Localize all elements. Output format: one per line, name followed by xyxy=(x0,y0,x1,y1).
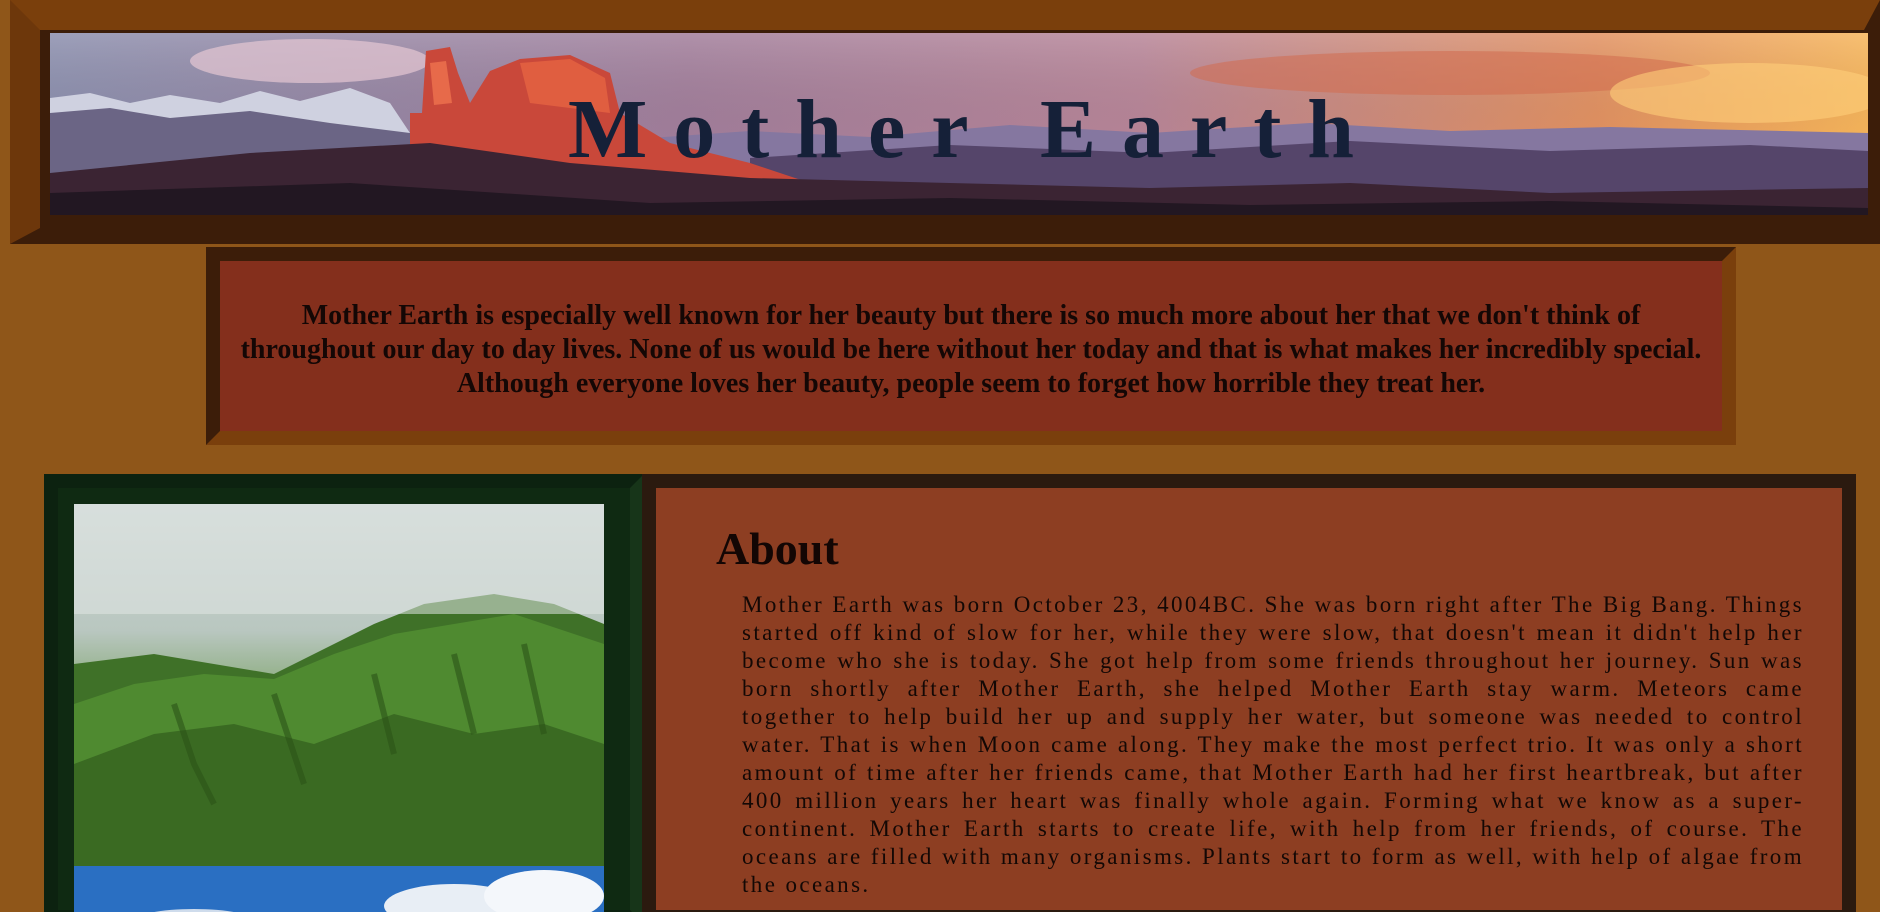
intro-text: Mother Earth is especially well known fo… xyxy=(240,300,1702,399)
about-heading: About xyxy=(716,523,839,574)
header-banner: Mother Earth xyxy=(10,0,1880,244)
image-gallery xyxy=(44,474,644,912)
intro-box: Mother Earth is especially well known fo… xyxy=(206,247,1736,445)
blue-sky-image xyxy=(74,866,604,912)
site-title: Mother Earth xyxy=(567,83,1381,176)
about-panel: About Mother Earth was born October 23, … xyxy=(642,474,1856,912)
green-mountain-image xyxy=(74,504,604,866)
about-text: Mother Earth was born October 23, 4004BC… xyxy=(742,592,1804,897)
banner-image: Mother Earth xyxy=(50,33,1868,215)
